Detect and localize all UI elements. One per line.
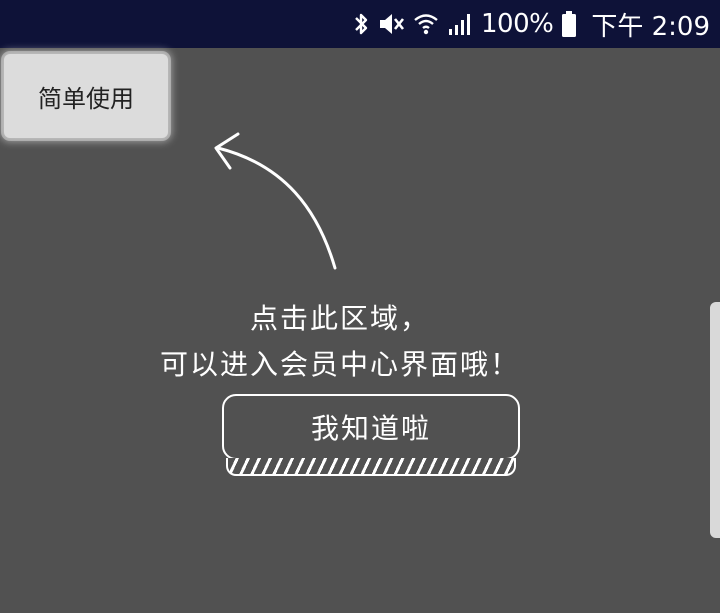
got-it-button[interactable]: 我知道啦 xyxy=(222,394,520,460)
got-it-button-base xyxy=(226,458,516,476)
side-drawer-handle[interactable] xyxy=(710,302,720,538)
guide-hint-text: 点击此区域， 可以进入会员中心界面哦！ xyxy=(100,296,580,388)
guide-arrow-line xyxy=(216,146,337,270)
hint-line-1: 点击此区域， xyxy=(249,302,430,335)
hint-line-2: 可以进入会员中心界面哦！ xyxy=(159,348,520,381)
